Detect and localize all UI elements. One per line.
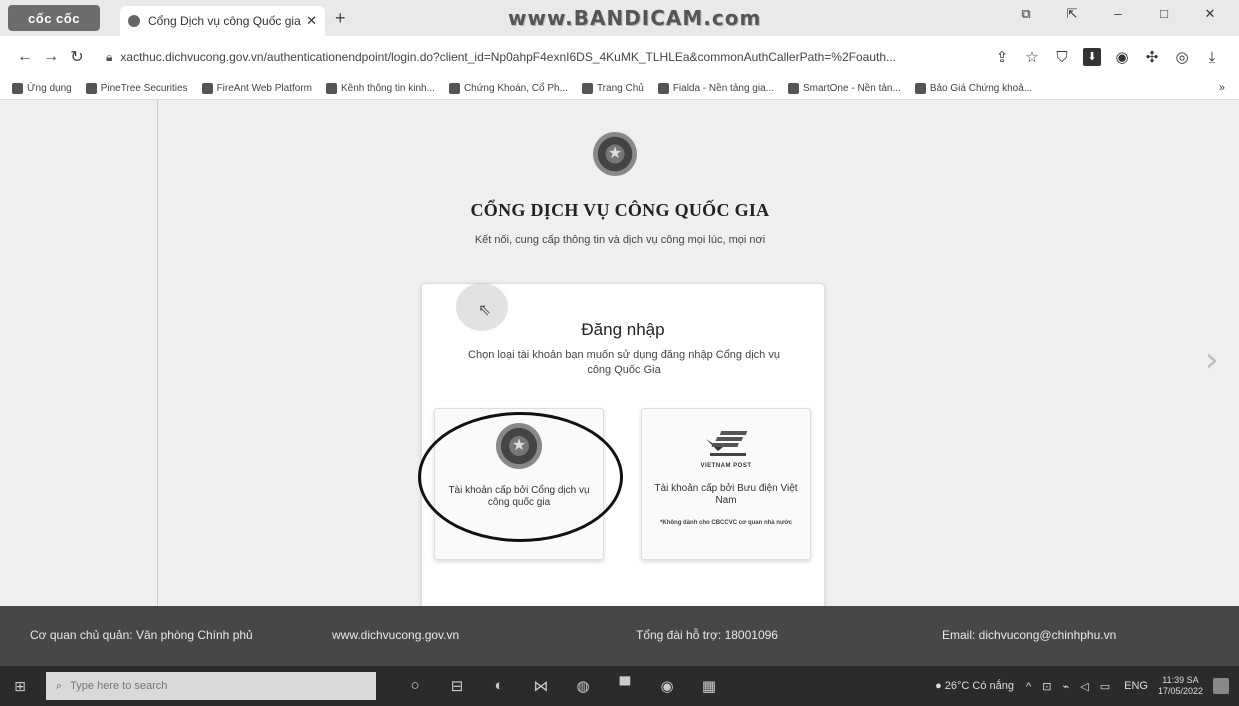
window-controls: ⧉ ⇱ – □ ✕ — [1003, 6, 1233, 22]
bookmark-item[interactable]: Fialda - Nền tảng gia... — [657, 83, 774, 94]
bookmark-item[interactable]: PineTree Securities — [85, 83, 188, 94]
divider-line — [157, 100, 158, 606]
files-icon[interactable]: ▦ — [688, 677, 730, 695]
bookmark-item[interactable]: Ứng dụng — [12, 83, 72, 94]
cortana-icon[interactable]: ○ — [394, 677, 436, 695]
bookmarks-bar: Ứng dụng PineTree Securities FireAnt Web… — [0, 78, 1239, 100]
national-emblem-icon — [496, 423, 542, 469]
url-input[interactable]: 🔒︎ xacthuc.dichvucong.gov.vn/authenticat… — [98, 42, 979, 72]
url-text: xacthuc.dichvucong.gov.vn/authentication… — [120, 50, 896, 64]
taskbar-apps: ○ ⊟ ◐ ⋈ ◍ ▀ ◉ ▦ — [394, 677, 730, 695]
bookmark-favicon-icon — [787, 83, 799, 94]
option-post-label: Tài khoản cấp bởi Bưu điện Việt Nam — [654, 483, 798, 506]
footer-website-link[interactable]: www.dichvucong.gov.vn — [332, 628, 459, 642]
back-arrow-icon[interactable]: ← — [12, 48, 38, 66]
taskbar-clock[interactable]: 11:39 SA 17/05/2022 — [1158, 675, 1203, 697]
share-icon[interactable]: ⇪ — [987, 48, 1017, 66]
portal-title: CỔNG DỊCH VỤ CÔNG QUỐC GIA — [470, 200, 770, 220]
lock-icon: 🔒︎ — [106, 49, 113, 64]
tab-title: Cổng Dịch vụ công Quốc gia — [148, 14, 301, 28]
weather-widget[interactable]: ● 26°C Có nắng — [935, 680, 1014, 692]
vscode-icon[interactable]: ⋈ — [520, 677, 562, 695]
recorder-watermark: www.BANDICAM.com — [508, 6, 762, 30]
emblem-favicon-icon — [128, 15, 140, 27]
taskbar-search-input[interactable] — [70, 680, 361, 692]
bookmark-favicon-icon — [85, 83, 97, 94]
login-description: Chọn loại tài khoản bạn muốn sử dụng đăn… — [468, 349, 780, 376]
address-bar: ← → ↻ 🔒︎ xacthuc.dichvucong.gov.vn/authe… — [0, 36, 1239, 78]
shield-icon[interactable]: ⛉ — [1047, 49, 1077, 66]
footer-email-link[interactable]: Email: dichvucong@chinhphu.vn — [942, 628, 1116, 642]
bookmarks-overflow-button[interactable]: » — [1219, 82, 1225, 94]
search-icon: ⌕ — [56, 679, 63, 692]
bookmark-favicon-icon — [325, 83, 337, 94]
page-content: CỔNG DỊCH VỤ CÔNG QUỐC GIA Kết nối, cung… — [0, 100, 1239, 613]
browser-logo[interactable]: cốc cốc — [8, 5, 100, 31]
mouse-cursor-icon: ⇖ — [478, 302, 492, 319]
bookmark-item[interactable]: Trang Chủ — [581, 83, 644, 94]
footer-agency: Cơ quan chủ quản: Văn phòng Chính phủ — [30, 628, 253, 642]
vietnam-post-wordmark: VIETNAM POST — [700, 463, 752, 469]
portal-subtitle: Kết nối, cung cấp thông tin và dịch vụ c… — [474, 234, 766, 246]
bookmark-favicon-icon — [448, 83, 460, 94]
tray-icons[interactable]: ^ ⊡ ⌁ ◁ ▭ — [1026, 680, 1114, 693]
footer-hotline: Tổng đài hỗ trợ: 18001096 — [636, 628, 778, 642]
system-tray: ● 26°C Có nắng ^ ⊡ ⌁ ◁ ▭ ENG 11:39 SA 17… — [935, 666, 1229, 706]
site-footer: Cơ quan chủ quản: Văn phòng Chính phủ ww… — [0, 606, 1239, 666]
windows-taskbar: ⊞ ⌕ ○ ⊟ ◐ ⋈ ◍ ▀ ◉ ▦ ● 26°C Có nắng ^ ⊡ ⌁… — [0, 666, 1239, 706]
chevron-right-icon[interactable]: › — [1205, 340, 1219, 380]
notification-icon[interactable] — [1213, 678, 1229, 694]
login-option-gov-account[interactable]: Tài khoản cấp bởi Cổng dịch vụ công quốc… — [434, 408, 604, 560]
maximize-button[interactable]: □ — [1141, 6, 1187, 22]
download-box-icon[interactable]: ⬇ — [1083, 48, 1101, 66]
close-tab-icon[interactable]: ✕ — [306, 13, 317, 29]
edge-icon[interactable]: ◐ — [478, 677, 520, 695]
login-card: Đăng nhập Chọn loại tài khoản bạn muốn s… — [421, 283, 825, 613]
bookmark-star-icon[interactable]: ☆ — [1017, 48, 1047, 66]
bookmark-item[interactable]: SmartOne - Nền tản... — [787, 83, 901, 94]
login-option-vietnam-post[interactable]: VIETNAM POST Tài khoản cấp bởi Bưu điện … — [641, 408, 811, 560]
language-indicator[interactable]: ENG — [1124, 680, 1148, 692]
bookmark-favicon-icon — [657, 83, 669, 94]
coccoc-icon[interactable]: ◍ — [562, 677, 604, 695]
puzzle-icon[interactable]: ✣ — [1137, 48, 1167, 66]
screen-icon[interactable]: ⧉ — [1003, 6, 1049, 22]
title-bar: cốc cốc Cổng Dịch vụ công Quốc gia ✕ + w… — [0, 0, 1239, 36]
profile-icon[interactable]: ◎ — [1167, 48, 1197, 66]
taskbar-search[interactable]: ⌕ — [46, 672, 376, 700]
option-post-note: *Không dành cho CBCCVC cơ quan nhà nước — [660, 520, 792, 526]
task-view-icon[interactable]: ⊟ — [436, 677, 478, 695]
bookmark-favicon-icon — [914, 83, 926, 94]
media-icon[interactable]: ◉ — [646, 677, 688, 695]
bookmark-item[interactable]: Kênh thông tin kinh... — [325, 83, 435, 94]
vietnam-post-logo-icon — [706, 431, 748, 456]
close-window-button[interactable]: ✕ — [1187, 6, 1233, 22]
extension-icon[interactable]: ◉ — [1107, 48, 1137, 66]
national-emblem-icon — [593, 132, 637, 176]
browser-tab-active[interactable]: Cổng Dịch vụ công Quốc gia ✕ — [120, 6, 325, 36]
minimize-button[interactable]: – — [1095, 6, 1141, 22]
new-tab-button[interactable]: + — [335, 8, 346, 29]
bookmark-item[interactable]: Chứng Khoán, Cổ Ph... — [448, 83, 568, 94]
download-icon[interactable]: ⤓ — [1197, 49, 1227, 66]
reload-icon[interactable]: ↻ — [64, 47, 90, 67]
bookmark-item[interactable]: Bảo Giá Chứng khoả... — [914, 83, 1032, 94]
bookmark-favicon-icon — [581, 83, 593, 94]
windows-start-icon[interactable]: ⊞ — [0, 678, 40, 695]
apps-grid-icon — [12, 83, 23, 94]
bookmark-item[interactable]: FireAnt Web Platform — [201, 83, 312, 94]
pin-icon[interactable]: ⇱ — [1049, 6, 1095, 22]
bookmark-favicon-icon — [201, 83, 213, 94]
app-icon[interactable]: ▀ — [604, 677, 646, 695]
option-gov-label: Tài khoản cấp bởi Cổng dịch vụ công quốc… — [448, 485, 590, 508]
forward-arrow-icon[interactable]: → — [38, 48, 64, 66]
